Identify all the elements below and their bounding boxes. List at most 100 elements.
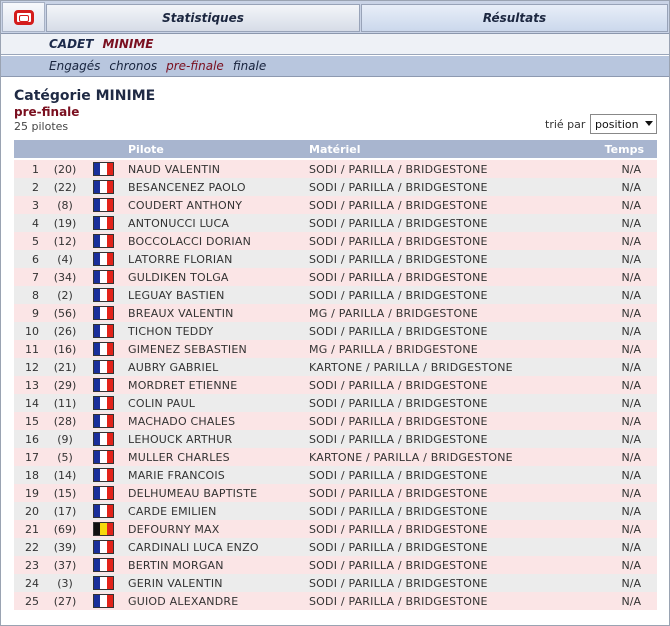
table-row[interactable]: 9 (56) BREAUX VALENTIN MG / PARILLA / BRIDG… bbox=[14, 304, 657, 322]
row-kart-number: (29) bbox=[53, 378, 77, 392]
row-kart-number: (34) bbox=[53, 270, 77, 284]
row-materiel: SODI / PARILLA / BRIDGESTONE bbox=[309, 378, 488, 392]
flag-stripe bbox=[106, 325, 113, 337]
table-row[interactable]: 3 (8) COUDERT ANTHONY SODI / PARILLA / BRID… bbox=[14, 196, 657, 214]
table-row[interactable]: 17 (5) MULLER CHARLES KARTONE / PARILLA / B… bbox=[14, 448, 657, 466]
table-row[interactable]: 23 (37) BERTIN MORGAN SODI / PARILLA / BRID… bbox=[14, 556, 657, 574]
chevron-down-icon bbox=[645, 121, 653, 126]
table-header: Pilote Matériel Temps bbox=[14, 140, 657, 158]
row-materiel: SODI / PARILLA / BRIDGESTONE bbox=[309, 522, 488, 536]
row-materiel: SODI / PARILLA / BRIDGESTONE bbox=[309, 162, 488, 176]
table-row[interactable]: 1 (20) NAUD VALENTIN SODI / PARILLA / BRIDG… bbox=[14, 160, 657, 178]
row-kart-number: (22) bbox=[53, 180, 77, 194]
table-row[interactable]: 15 (28) MACHADO CHALES SODI / PARILLA / BRI… bbox=[14, 412, 657, 430]
france-flag-icon bbox=[93, 288, 114, 302]
row-materiel: SODI / PARILLA / BRIDGESTONE bbox=[309, 180, 488, 194]
category-link-minime[interactable]: MINIME bbox=[102, 37, 153, 51]
table-row[interactable]: 2 (22) BESANCENEZ PAOLO SODI / PARILLA / BR… bbox=[14, 178, 657, 196]
column-header-materiel: Matériel bbox=[309, 142, 361, 156]
row-pilote: GULDIKEN TOLGA bbox=[128, 270, 229, 284]
table-row[interactable]: 18 (14) MARIE FRANCOIS SODI / PARILLA / BRI… bbox=[14, 466, 657, 484]
table-row[interactable]: 14 (11) COLIN PAUL SODI / PARILLA / BRIDGES… bbox=[14, 394, 657, 412]
table-row[interactable]: 25 (27) GUIOD ALEXANDRE SODI / PARILLA / BR… bbox=[14, 592, 657, 610]
row-pilote: GERIN VALENTIN bbox=[128, 576, 223, 590]
row-position: 22 bbox=[25, 540, 39, 554]
row-position: 6 bbox=[32, 252, 39, 266]
table-row[interactable]: 12 (21) AUBRY GABRIEL KARTONE / PARILLA / B… bbox=[14, 358, 657, 376]
row-temps: N/A bbox=[621, 540, 641, 554]
row-materiel: SODI / PARILLA / BRIDGESTONE bbox=[309, 216, 488, 230]
session-nav: Engagés chronos pre-finale finale bbox=[1, 56, 669, 77]
row-kart-number: (5) bbox=[57, 450, 73, 464]
row-kart-number: (37) bbox=[53, 558, 77, 572]
session-title: pre-finale bbox=[14, 105, 80, 119]
table-row[interactable]: 21 (69) DEFOURNY MAX SODI / PARILLA / BRIDG… bbox=[14, 520, 657, 538]
france-flag-icon bbox=[93, 504, 114, 518]
row-pilote: MULLER CHARLES bbox=[128, 450, 230, 464]
row-temps: N/A bbox=[621, 324, 641, 338]
home-logo-button[interactable] bbox=[2, 2, 45, 32]
table-row[interactable]: 24 (3) GERIN VALENTIN SODI / PARILLA / BRID… bbox=[14, 574, 657, 592]
row-position: 1 bbox=[32, 162, 39, 176]
tab-statistiques[interactable]: Statistiques bbox=[46, 4, 360, 32]
row-pilote: MARIE FRANCOIS bbox=[128, 468, 225, 482]
row-pilote: GUIOD ALEXANDRE bbox=[128, 594, 239, 608]
table-row[interactable]: 6 (4) LATORRE FLORIAN SODI / PARILLA / BRID… bbox=[14, 250, 657, 268]
table-row[interactable]: 16 (9) LEHOUCK ARTHUR SODI / PARILLA / BRID… bbox=[14, 430, 657, 448]
row-temps: N/A bbox=[621, 576, 641, 590]
row-position: 9 bbox=[32, 306, 39, 320]
table-row[interactable]: 13 (29) MORDRET ETIENNE SODI / PARILLA / BR… bbox=[14, 376, 657, 394]
table-row[interactable]: 11 (16) GIMENEZ SEBASTIEN MG / PARILLA / BR… bbox=[14, 340, 657, 358]
row-materiel: SODI / PARILLA / BRIDGESTONE bbox=[309, 540, 488, 554]
row-materiel: SODI / PARILLA / BRIDGESTONE bbox=[309, 270, 488, 284]
results-table: Pilote Matériel Temps 1 (20) NAUD VALENTIN… bbox=[14, 140, 657, 610]
row-temps: N/A bbox=[621, 558, 641, 572]
row-position: 16 bbox=[25, 432, 39, 446]
tab-resultats[interactable]: Résultats bbox=[361, 4, 668, 32]
row-materiel: SODI / PARILLA / BRIDGESTONE bbox=[309, 324, 488, 338]
table-row[interactable]: 20 (17) CARDE EMILIEN SODI / PARILLA / BRID… bbox=[14, 502, 657, 520]
table-row[interactable]: 22 (39) CARDINALI LUCA ENZO SODI / PARILLA … bbox=[14, 538, 657, 556]
flag-stripe bbox=[106, 523, 113, 535]
row-temps: N/A bbox=[621, 270, 641, 284]
row-position: 20 bbox=[25, 504, 39, 518]
row-kart-number: (21) bbox=[53, 360, 77, 374]
row-kart-number: (26) bbox=[53, 324, 77, 338]
row-pilote: NAUD VALENTIN bbox=[128, 162, 221, 176]
row-position: 5 bbox=[32, 234, 39, 248]
row-position: 24 bbox=[25, 576, 39, 590]
france-flag-icon bbox=[93, 468, 114, 482]
row-materiel: KARTONE / PARILLA / BRIDGESTONE bbox=[309, 360, 513, 374]
table-row[interactable]: 4 (19) ANTONUCCI LUCA SODI / PARILLA / BRID… bbox=[14, 214, 657, 232]
table-row[interactable]: 10 (26) TICHON TEDDY SODI / PARILLA / BRIDG… bbox=[14, 322, 657, 340]
row-temps: N/A bbox=[621, 306, 641, 320]
table-row[interactable]: 8 (2) LEGUAY BASTIEN SODI / PARILLA / BRIDG… bbox=[14, 286, 657, 304]
row-temps: N/A bbox=[621, 594, 641, 608]
table-row[interactable]: 7 (34) GULDIKEN TOLGA SODI / PARILLA / BRID… bbox=[14, 268, 657, 286]
table-row[interactable]: 5 (12) BOCCOLACCI DORIAN SODI / PARILLA / B… bbox=[14, 232, 657, 250]
logo-icon bbox=[13, 9, 34, 25]
row-pilote: BOCCOLACCI DORIAN bbox=[128, 234, 252, 248]
column-header-pilote: Pilote bbox=[128, 142, 164, 156]
table-row[interactable]: 19 (15) DELHUMEAU BAPTISTE SODI / PARILLA /… bbox=[14, 484, 657, 502]
row-pilote: CARDE EMILIEN bbox=[128, 504, 217, 518]
row-position: 25 bbox=[25, 594, 39, 608]
category-link-cadet[interactable]: CADET bbox=[49, 37, 93, 51]
pilot-count: 25 pilotes bbox=[14, 120, 69, 133]
row-position: 19 bbox=[25, 486, 39, 500]
row-position: 11 bbox=[25, 342, 39, 356]
sort-select[interactable]: position bbox=[590, 114, 657, 134]
sort-label: trié par bbox=[545, 118, 586, 131]
row-pilote: CARDINALI LUCA ENZO bbox=[128, 540, 259, 554]
flag-stripe bbox=[106, 271, 113, 283]
session-link-pre-finale[interactable]: pre-finale bbox=[166, 59, 224, 73]
row-pilote: AUBRY GABRIEL bbox=[128, 360, 219, 374]
session-link-finale[interactable]: finale bbox=[233, 59, 266, 73]
row-kart-number: (28) bbox=[53, 414, 77, 428]
session-link-chronos[interactable]: chronos bbox=[109, 59, 157, 73]
row-position: 4 bbox=[32, 216, 39, 230]
flag-stripe bbox=[106, 433, 113, 445]
row-pilote: BREAUX VALENTIN bbox=[128, 306, 234, 320]
row-kart-number: (14) bbox=[53, 468, 77, 482]
session-link-engages[interactable]: Engagés bbox=[49, 59, 100, 73]
